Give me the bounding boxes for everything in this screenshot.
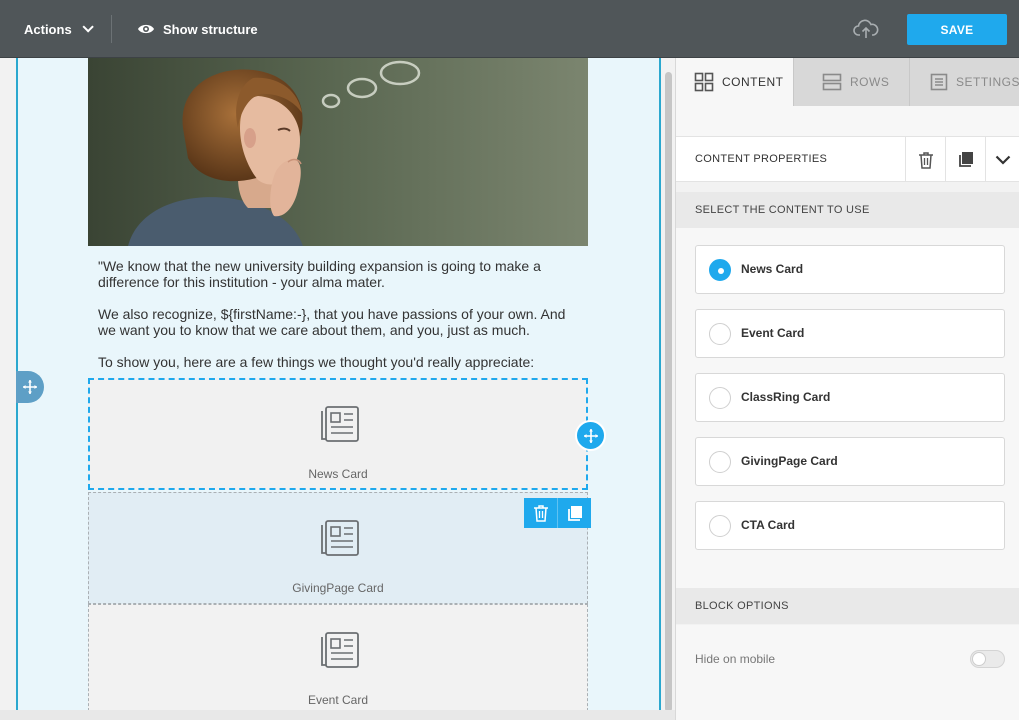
tab-rows[interactable]: ROWS [793,58,909,106]
content-properties-title: CONTENT PROPERTIES [695,153,828,165]
top-toolbar: Actions Show structure SAVE [0,0,1019,58]
show-structure-label: Show structure [163,21,258,37]
properties-panel: CONTENT ROWS SETTINGS CONTENT PROPERTIES [675,58,1019,720]
toggle-knob [972,652,986,666]
tab-content[interactable]: CONTENT [676,58,793,106]
rows-icon [822,73,842,91]
option-event-card[interactable]: Event Card [695,309,1005,358]
option-label: CTA Card [741,518,795,532]
tab-content-label: CONTENT [722,75,784,89]
content-block-givingpage-card[interactable]: GivingPage Card [88,492,588,604]
move-icon [23,380,37,394]
option-classring-card[interactable]: ClassRing Card [695,373,1005,422]
email-paragraph-3[interactable]: To show you, here are a few things we th… [98,354,578,370]
scrollbar-thumb[interactable] [665,72,672,712]
radio-unselected[interactable] [709,323,731,345]
radio-unselected[interactable] [709,387,731,409]
collapse-properties-button[interactable] [985,137,1019,182]
content-properties-header: CONTENT PROPERTIES [676,136,1019,182]
block-label: GivingPage Card [292,581,384,595]
tab-settings[interactable]: SETTINGS [909,58,1019,106]
newspaper-icon [321,632,359,668]
option-label: Event Card [741,326,805,340]
option-label: GivingPage Card [741,454,838,468]
duplicate-icon [567,505,582,521]
canvas-bottom-edge [0,710,675,720]
email-paragraph-2[interactable]: We also recognize, ${firstName:-}, that … [98,306,578,338]
trash-icon [918,151,933,169]
newspaper-icon [321,406,359,442]
cloud-upload-icon[interactable] [853,18,879,40]
option-label: News Card [741,262,804,276]
panel-tabs: CONTENT ROWS SETTINGS [676,58,1019,106]
select-content-section-title: SELECT THE CONTENT TO USE [676,192,1019,228]
actions-menu[interactable]: Actions [24,19,94,39]
hide-on-mobile-toggle[interactable] [970,650,1005,668]
hide-on-mobile-label: Hide on mobile [695,652,776,666]
toolbar-divider [111,15,112,43]
content-block-news-card[interactable]: News Card [88,378,588,490]
delete-content-button[interactable] [905,137,945,182]
hero-image[interactable] [88,58,588,246]
delete-block-button[interactable] [524,498,557,528]
option-givingpage-card[interactable]: GivingPage Card [695,437,1005,486]
block-options: Hide on mobile [676,625,1019,720]
option-news-card[interactable]: News Card [695,245,1005,294]
newspaper-icon [321,520,359,556]
duplicate-block-button[interactable] [557,498,590,528]
content-options: News Card Event Card ClassRing Card Givi… [676,228,1019,588]
email-paragraph-1[interactable]: "We know that the new university buildin… [98,258,578,290]
block-options-section-title: BLOCK OPTIONS [676,588,1019,624]
radio-unselected[interactable] [709,451,731,473]
editor-canvas: "We know that the new university buildin… [0,58,675,720]
panel-spacer [676,106,1019,136]
actions-label: Actions [24,21,72,37]
radio-unselected[interactable] [709,515,731,537]
tab-rows-label: ROWS [850,75,890,89]
duplicate-icon [959,152,973,167]
block-toolbar [524,498,591,528]
block-label: News Card [308,467,368,481]
chevron-down-icon [82,21,94,33]
save-button[interactable]: SAVE [907,14,1007,45]
block-drag-handle[interactable] [575,420,606,451]
trash-icon [533,505,548,522]
canvas-scrollbar[interactable] [665,72,672,712]
content-block-event-card[interactable]: Event Card [88,604,588,716]
settings-list-icon [930,73,948,91]
duplicate-content-button[interactable] [945,137,985,182]
show-structure-toggle[interactable]: Show structure [137,19,258,39]
hero-photo-drawing [88,58,588,246]
eye-icon [138,24,154,34]
move-icon [583,428,598,443]
chevron-down-icon [995,155,1011,165]
radio-selected[interactable] [709,259,731,281]
option-label: ClassRing Card [741,390,831,404]
option-cta-card[interactable]: CTA Card [695,501,1005,550]
block-label: Event Card [307,693,369,707]
grid-icon [694,72,714,92]
tab-settings-label: SETTINGS [955,75,1019,89]
